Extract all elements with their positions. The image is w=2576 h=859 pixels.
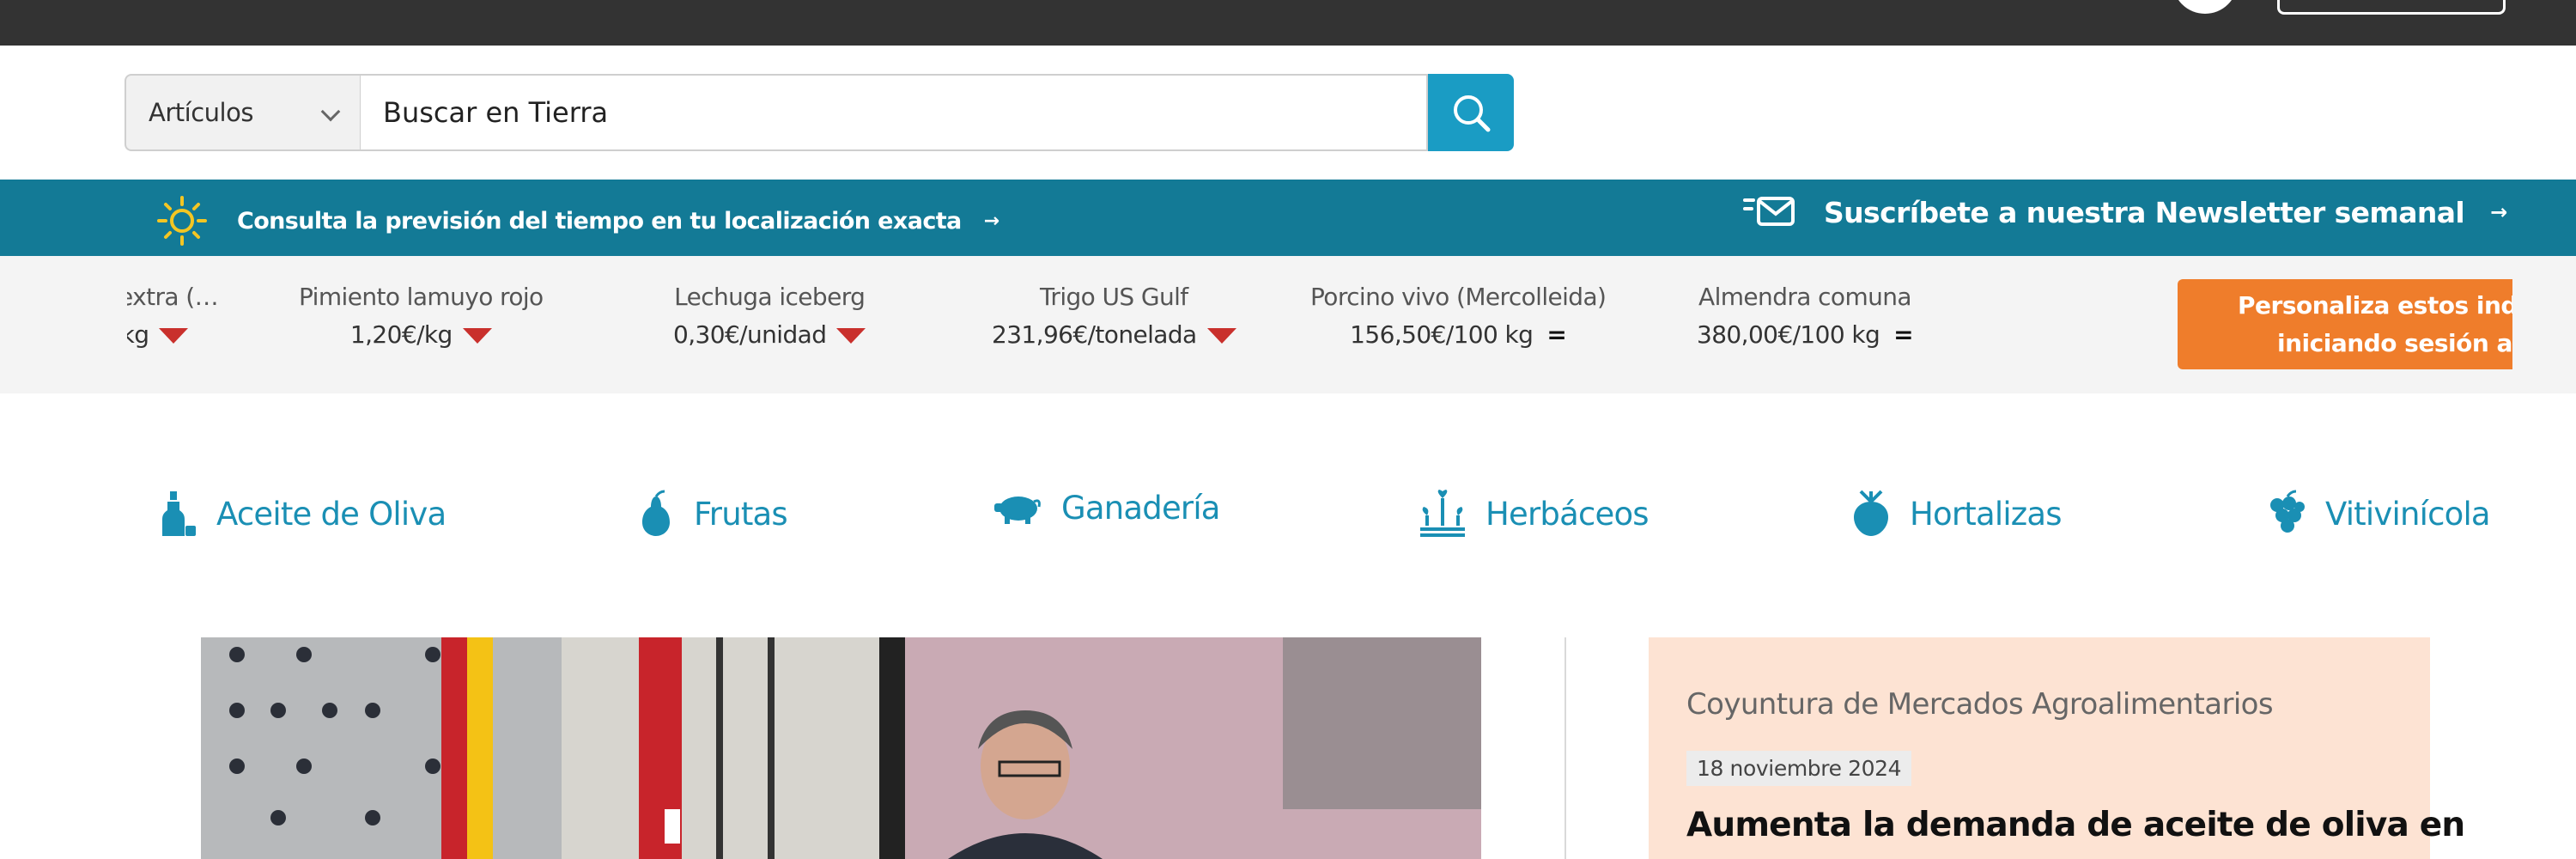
chevron-down-icon	[320, 101, 341, 122]
trend-down-icon	[1206, 328, 1236, 344]
ticker-item-name: Trigo US Gulf	[1040, 283, 1188, 311]
newsletter-mail-icon	[1743, 197, 1795, 226]
category-label: Herbáceos	[1485, 495, 1649, 533]
ticker-item[interactable]: Almendra comuna 380,00€/100 kg =	[1697, 283, 1914, 349]
ticker-item-name: Lechuga iceberg	[674, 283, 866, 311]
olive-oil-bottle-icon	[162, 491, 196, 536]
category-label: Aceite de Oliva	[216, 495, 447, 533]
sun-icon	[157, 196, 207, 246]
ticker-item-name: Porcino vivo (Mercolleida)	[1310, 283, 1607, 311]
category-nav: Aceite de Oliva Frutas Ganadería Herbáce…	[0, 481, 2576, 550]
article-date: 18 noviembre 2024	[1686, 751, 1912, 786]
ticker-item-name: extra (…	[127, 283, 219, 311]
ticker-item-value: 1,20€/kg	[349, 320, 453, 349]
category-vitivinicola[interactable]: Vitivinícola	[2267, 490, 2491, 538]
ticker-item-value: 0,30€/unidad	[673, 320, 827, 349]
ticker-item[interactable]: Lechuga iceberg 0,30€/unidad	[673, 283, 866, 349]
newsletter-text: Suscríbete a nuestra Newsletter semanal	[1824, 195, 2465, 229]
beet-icon	[1854, 490, 1888, 536]
cta-line-2: iniciando sesión aquí	[2277, 329, 2512, 357]
article-section-label[interactable]: Coyuntura de Mercados Agroalimentarios	[1686, 687, 2274, 722]
trend-down-icon	[159, 328, 189, 344]
arrow-right-icon: →	[983, 210, 1000, 232]
category-frutas[interactable]: Frutas	[637, 490, 788, 538]
search-button[interactable]	[1428, 74, 1514, 151]
ticker-item[interactable]: Pimiento lamuyo rojo 1,20€/kg	[299, 283, 544, 349]
category-aceite-de-oliva[interactable]: Aceite de Oliva	[156, 490, 447, 538]
newsletter-link[interactable]: Suscríbete a nuestra Newsletter semanal …	[1743, 195, 2507, 229]
category-label: Ganadería	[1061, 490, 1220, 527]
category-herbaceos[interactable]: Herbáceos	[1419, 490, 1649, 538]
ticker-item-value: €/kg	[127, 320, 149, 349]
trend-down-icon	[836, 328, 866, 344]
pig-icon	[994, 496, 1041, 524]
grape-icon	[2270, 490, 2305, 533]
ticker-track: extra (… €/kg Pimiento lamuyo rojo 1,20€…	[127, 256, 2506, 393]
header-action-button[interactable]	[2277, 0, 2506, 15]
top-header-bar	[0, 0, 2576, 46]
featured-article-card[interactable]: Coyuntura de Mercados Agroalimentarios 1…	[1649, 637, 2465, 859]
ticker-item[interactable]: Trigo US Gulf 231,96€/tonelada	[992, 283, 1236, 349]
search-bar: Artículos	[125, 74, 1514, 151]
article-headline[interactable]: Aumenta la demanda de aceite de oliva en	[1686, 806, 2465, 844]
ticker-item-name: Pimiento lamuyo rojo	[299, 283, 544, 311]
category-ganaderia[interactable]: Ganadería	[993, 490, 1220, 527]
trend-equal-icon: =	[1893, 320, 1914, 349]
content-divider	[1564, 637, 1566, 859]
category-hortalizas[interactable]: Hortalizas	[1851, 490, 2063, 538]
user-account-button[interactable]	[2172, 0, 2238, 14]
ticker-item-value: 380,00€/100 kg	[1697, 320, 1880, 349]
info-bar: Consulta la previsión del tiempo en tu l…	[0, 180, 2576, 256]
category-label: Hortalizas	[1910, 495, 2063, 533]
trend-down-icon	[462, 328, 492, 344]
sprout-icon	[1420, 490, 1465, 537]
search-scope-label: Artículos	[149, 98, 253, 127]
ticker-item[interactable]: extra (… €/kg	[127, 283, 219, 349]
ticker-item-value: 231,96€/tonelada	[992, 320, 1197, 349]
personalize-indicators-button[interactable]: Personaliza estos indicadores iniciando …	[2178, 279, 2512, 369]
arrow-right-icon: →	[2490, 200, 2508, 224]
ticker-item-name: Almendra comuna	[1698, 283, 1912, 311]
cta-line-1: Personaliza estos indicadores	[2238, 291, 2512, 320]
featured-article-image[interactable]	[201, 637, 1481, 859]
ticker-item[interactable]: Porcino vivo (Mercolleida) 156,50€/100 k…	[1310, 283, 1607, 349]
category-label: Frutas	[694, 495, 788, 533]
featured-photo	[201, 637, 1481, 859]
search-icon	[1454, 95, 1491, 132]
ticker-item-value: 156,50€/100 kg	[1350, 320, 1534, 349]
category-label: Vitivinícola	[2325, 495, 2491, 533]
trend-equal-icon: =	[1546, 320, 1567, 349]
search-scope-select[interactable]: Artículos	[125, 74, 361, 151]
search-input[interactable]	[361, 74, 1428, 151]
price-ticker: extra (… €/kg Pimiento lamuyo rojo 1,20€…	[0, 256, 2576, 393]
weather-forecast-text: Consulta la previsión del tiempo en tu l…	[237, 207, 962, 235]
pear-icon	[642, 490, 670, 536]
weather-forecast-link[interactable]: Consulta la previsión del tiempo en tu l…	[156, 195, 999, 247]
